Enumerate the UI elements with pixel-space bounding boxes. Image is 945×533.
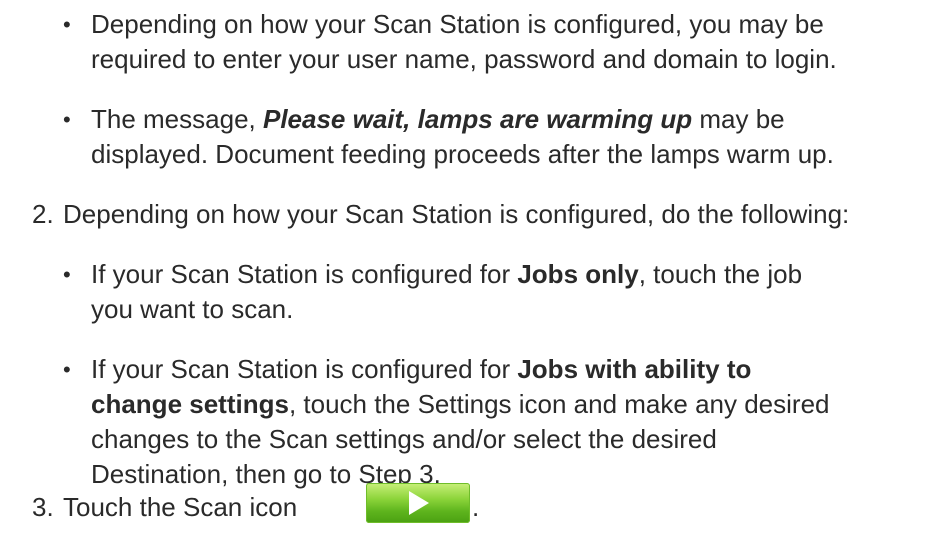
step-number: 3. [32,492,54,522]
bullet-text-line: The message, Please wait, lamps are warm… [91,104,785,134]
list-item: Depending on how your Scan Station is co… [91,7,837,77]
scan-button-image [366,483,470,523]
step-punctuation: . [472,492,480,522]
bullet-text-line: Depending on how your Scan Station is co… [91,9,824,39]
option-name: Jobs only [517,259,639,289]
warning-message: Please wait, lamps are warming up [262,104,693,134]
bullet-marker: • [63,12,71,37]
bullet-text-line: change settings, touch the Settings icon… [91,389,830,419]
bullet-marker: • [63,262,71,287]
bullet-text-line: displayed. Document feeding proceeds aft… [91,139,834,169]
option-name: change settings [91,389,289,419]
bullet-marker: • [63,107,71,132]
list-item: The message, Please wait, lamps are warm… [91,102,834,172]
play-icon [409,491,429,515]
bullet-text-line: changes to the Scan settings and/or sele… [91,424,717,454]
step-text: Depending on how your Scan Station is co… [63,199,850,229]
option-name: Jobs with ability to [517,354,752,384]
bullet-text-line: If your Scan Station is configured for J… [91,354,752,384]
list-item: If your Scan Station is configured for J… [91,352,830,492]
bullet-text-line: If your Scan Station is configured for J… [91,259,803,289]
list-item: If your Scan Station is configured for J… [91,257,802,327]
bullet-text-line: required to enter your user name, passwo… [91,44,837,74]
bullet-marker: • [63,357,71,382]
step-text: Touch the Scan icon [63,492,298,522]
step-number: 2. [32,199,54,229]
bullet-text-line: you want to scan. [91,294,294,324]
